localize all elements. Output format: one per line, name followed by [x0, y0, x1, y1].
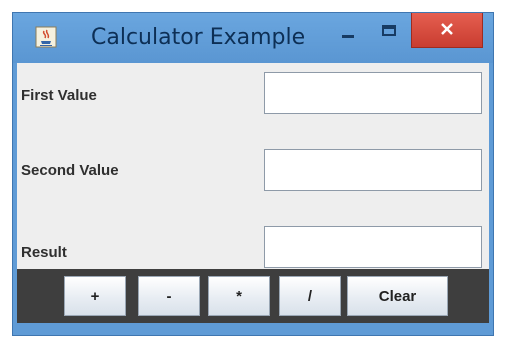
window-bottom-border — [13, 323, 493, 335]
divide-button[interactable]: / — [279, 276, 341, 316]
window-title: Calculator Example — [91, 25, 306, 50]
maximize-button[interactable] — [375, 17, 405, 47]
maximize-icon — [382, 25, 396, 36]
title-bar[interactable]: Calculator Example — [13, 13, 493, 63]
first-value-label: First Value — [21, 87, 97, 104]
clear-button[interactable]: Clear — [347, 276, 448, 316]
minimize-icon — [342, 35, 354, 38]
close-button[interactable] — [411, 13, 483, 48]
result-label: Result — [21, 244, 67, 261]
java-cup-icon — [35, 26, 57, 48]
minimize-button[interactable] — [333, 17, 363, 47]
second-value-label: Second Value — [21, 162, 119, 179]
operation-button-bar: + - * / Clear — [17, 269, 489, 323]
result-field[interactable] — [264, 226, 482, 268]
subtract-button[interactable]: - — [138, 276, 200, 316]
add-button[interactable]: + — [64, 276, 126, 316]
calculator-window: Calculator Example First Value Second Va… — [12, 12, 494, 336]
multiply-button[interactable]: * — [208, 276, 270, 316]
second-value-field[interactable] — [264, 149, 482, 191]
close-icon — [441, 23, 453, 35]
form-panel: First Value Second Value Result — [17, 63, 489, 273]
first-value-field[interactable] — [264, 72, 482, 114]
